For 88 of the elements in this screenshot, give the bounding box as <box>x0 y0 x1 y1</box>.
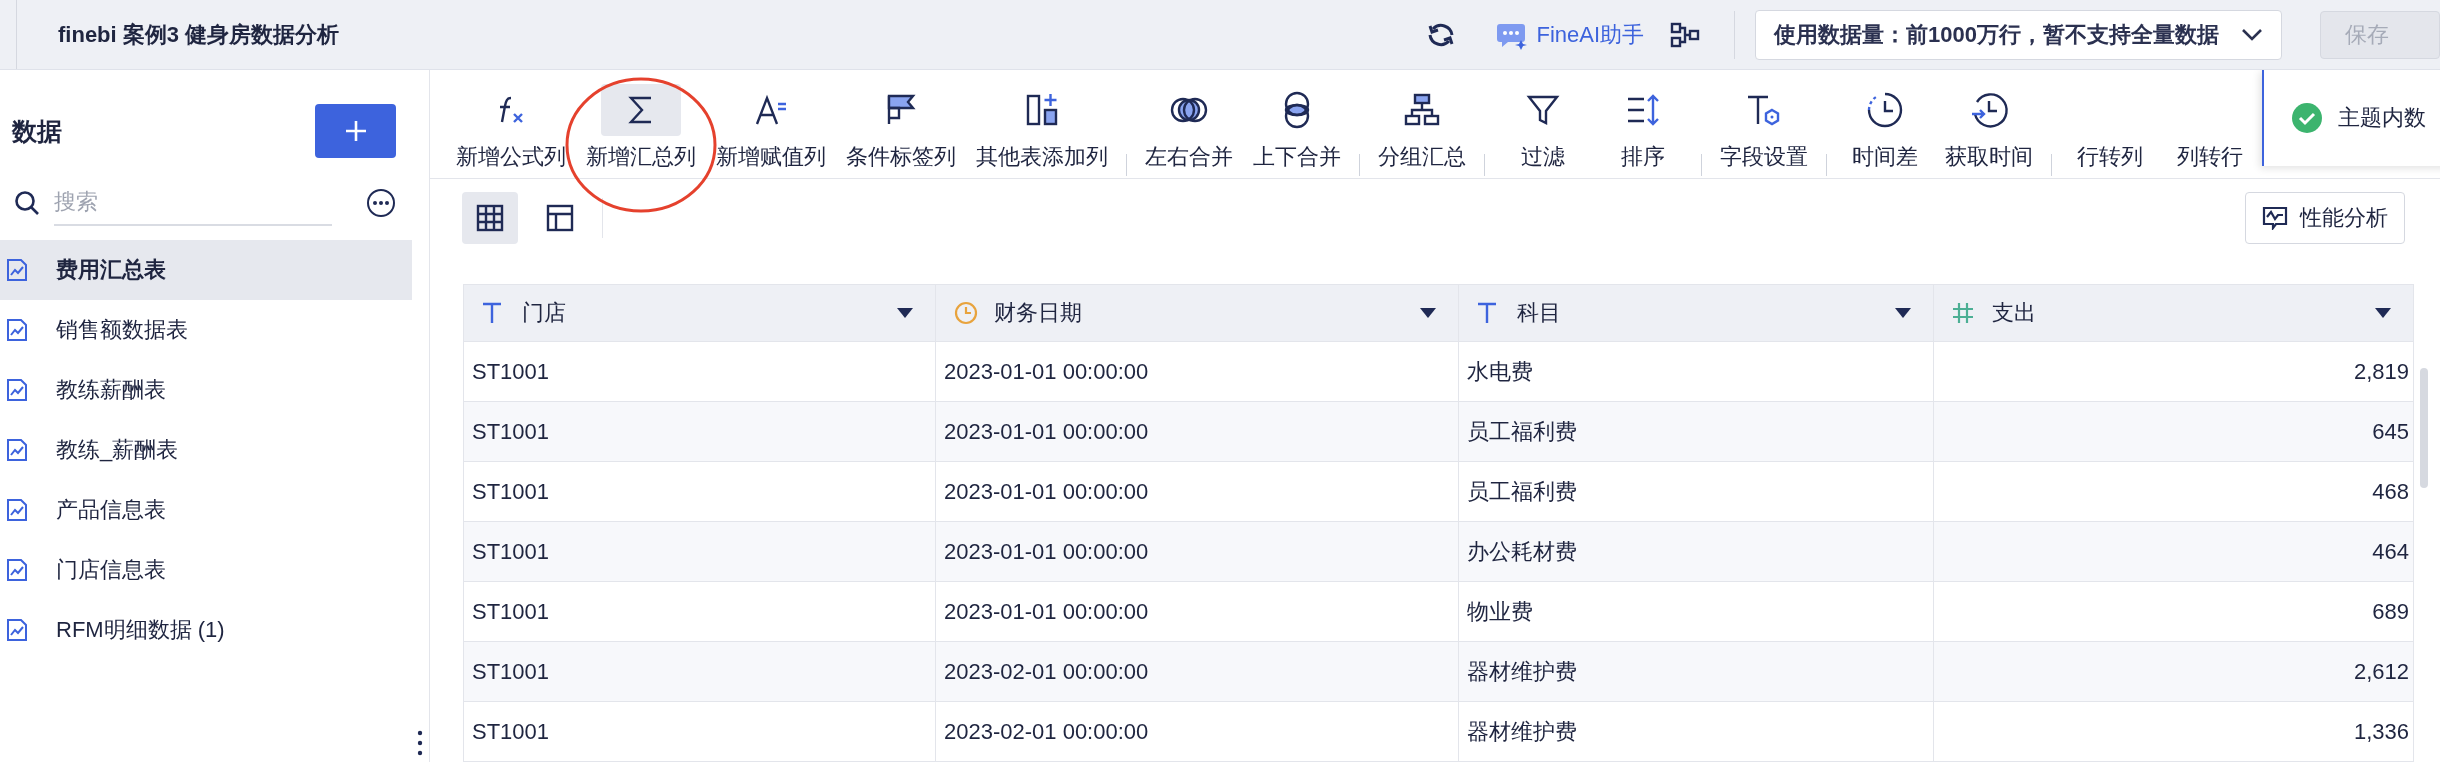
chart-table-icon <box>6 618 28 642</box>
table-view-button[interactable] <box>462 191 518 244</box>
table-cell: ST1001 <box>464 522 936 582</box>
hash-icon <box>1952 302 1974 324</box>
resize-handle-icon[interactable] <box>417 730 423 756</box>
table-cell: 2,612 <box>1934 642 2414 702</box>
toolbar-button[interactable]: 条件标签列 <box>836 84 966 172</box>
sidebar-item[interactable]: RFM明细数据 (1) <box>0 600 412 660</box>
table-cell: 办公耗材费 <box>1459 522 1934 582</box>
dropdown-caret-icon[interactable] <box>2375 308 2391 318</box>
table-cell: 2023-01-01 00:00:00 <box>936 402 1459 462</box>
table-cell: 2023-01-01 00:00:00 <box>936 342 1459 402</box>
table-cell: ST1001 <box>464 582 936 642</box>
text-type-icon <box>482 302 502 324</box>
table-cell: 物业费 <box>1459 582 1934 642</box>
toolbar-button[interactable]: 行转列 <box>2060 84 2160 172</box>
toolbar-button[interactable]: 排序 <box>1593 84 1693 172</box>
table-cell: 645 <box>1934 402 2414 462</box>
toolbar-button[interactable]: 字段设置 <box>1710 84 1818 172</box>
toolbar-button[interactable]: 新增赋值列 <box>706 84 836 172</box>
table-cell: ST1001 <box>464 342 936 402</box>
notification-text: 主题内数 <box>2338 104 2426 132</box>
table-cell: 员工福利费 <box>1459 402 1934 462</box>
check-circle-icon <box>2292 103 2322 133</box>
toolbar-button[interactable]: 获取时间 <box>1935 84 2043 172</box>
table-cell: 2023-01-01 00:00:00 <box>936 582 1459 642</box>
table-cell: 2,819 <box>1934 342 2414 402</box>
column-header[interactable]: 财务日期 <box>936 285 1459 342</box>
table-cell: ST1001 <box>464 402 936 462</box>
dropdown-caret-icon[interactable] <box>1895 308 1911 318</box>
performance-analysis-button[interactable]: 性能分析 <box>2245 191 2405 244</box>
toolbar-button[interactable]: 分组汇总 <box>1368 84 1476 172</box>
data-limit-dropdown[interactable]: 使用数据量：前1000万行，暂不支持全量数据 <box>1755 9 2282 60</box>
toolbar-button[interactable]: 过滤 <box>1493 84 1593 172</box>
search-icon <box>14 190 40 216</box>
table-cell: 水电费 <box>1459 342 1934 402</box>
dropdown-caret-icon[interactable] <box>897 308 913 318</box>
text-type-icon <box>1477 302 1497 324</box>
plus-icon <box>344 120 367 142</box>
table-cell: ST1001 <box>464 702 936 762</box>
toolbar-button[interactable]: 左右合并 <box>1135 84 1243 172</box>
layout-icon <box>546 203 574 232</box>
toolbar-button[interactable]: 其他表添加列 <box>966 84 1118 172</box>
sidebar-item[interactable]: 销售额数据表 <box>0 300 412 360</box>
column-header[interactable]: 支出 <box>1934 285 2414 342</box>
lineage-icon[interactable] <box>1670 21 1701 48</box>
toolbar-button[interactable]: 列转行 <box>2160 84 2260 172</box>
chevron-down-icon <box>2241 27 2263 42</box>
table-cell: 2023-01-01 00:00:00 <box>936 522 1459 582</box>
toolbar-button[interactable]: 上下合并 <box>1243 84 1351 172</box>
add-button[interactable] <box>315 104 396 158</box>
table-cell: 器材维护费 <box>1459 642 1934 702</box>
table-cell: 2023-02-01 00:00:00 <box>936 702 1459 762</box>
chart-table-icon <box>6 498 28 522</box>
sidebar-item[interactable]: 门店信息表 <box>0 540 412 600</box>
toolbar-button[interactable]: 新增公式列 <box>446 84 576 172</box>
chart-table-icon <box>6 318 28 342</box>
chart-table-icon <box>6 378 28 402</box>
sidebar-item[interactable]: 产品信息表 <box>0 480 412 540</box>
scrollbar[interactable] <box>2420 368 2428 488</box>
search-field[interactable]: 搜索 <box>54 180 332 226</box>
chart-table-icon <box>6 558 28 582</box>
column-header[interactable]: 门店 <box>464 285 936 342</box>
sidebar-item[interactable]: 费用汇总表 <box>0 240 412 300</box>
table-cell: 689 <box>1934 582 2414 642</box>
table-cell: 员工福利费 <box>1459 462 1934 522</box>
sidebar-item[interactable]: 教练_薪酬表 <box>0 420 412 480</box>
table-cell: 468 <box>1934 462 2414 522</box>
toolbar-button[interactable]: 时间差 <box>1835 84 1935 172</box>
monitor-chart-icon <box>2262 205 2288 230</box>
dropdown-caret-icon[interactable] <box>1420 308 1436 318</box>
ai-assistant-button[interactable]: FineAI助手 <box>1496 19 1645 50</box>
sidebar-item[interactable]: 教练薪酬表 <box>0 360 412 420</box>
clock-icon <box>954 301 978 325</box>
table-cell: ST1001 <box>464 642 936 702</box>
table-cell: ST1001 <box>464 462 936 522</box>
app-title: finebi 案例3 健身房数据分析 <box>58 20 340 49</box>
column-header[interactable]: 科目 <box>1459 285 1934 342</box>
grid-icon <box>476 203 504 232</box>
table-cell: 2023-02-01 00:00:00 <box>936 642 1459 702</box>
table-cell: 器材维护费 <box>1459 702 1934 762</box>
table-cell: 464 <box>1934 522 2414 582</box>
chart-table-icon <box>6 258 28 282</box>
table-cell: 1,336 <box>1934 702 2414 762</box>
table-cell: 2023-01-01 00:00:00 <box>936 462 1459 522</box>
chart-table-icon <box>6 438 28 462</box>
more-icon[interactable] <box>366 188 396 218</box>
panel-title: 数据 <box>12 115 62 147</box>
